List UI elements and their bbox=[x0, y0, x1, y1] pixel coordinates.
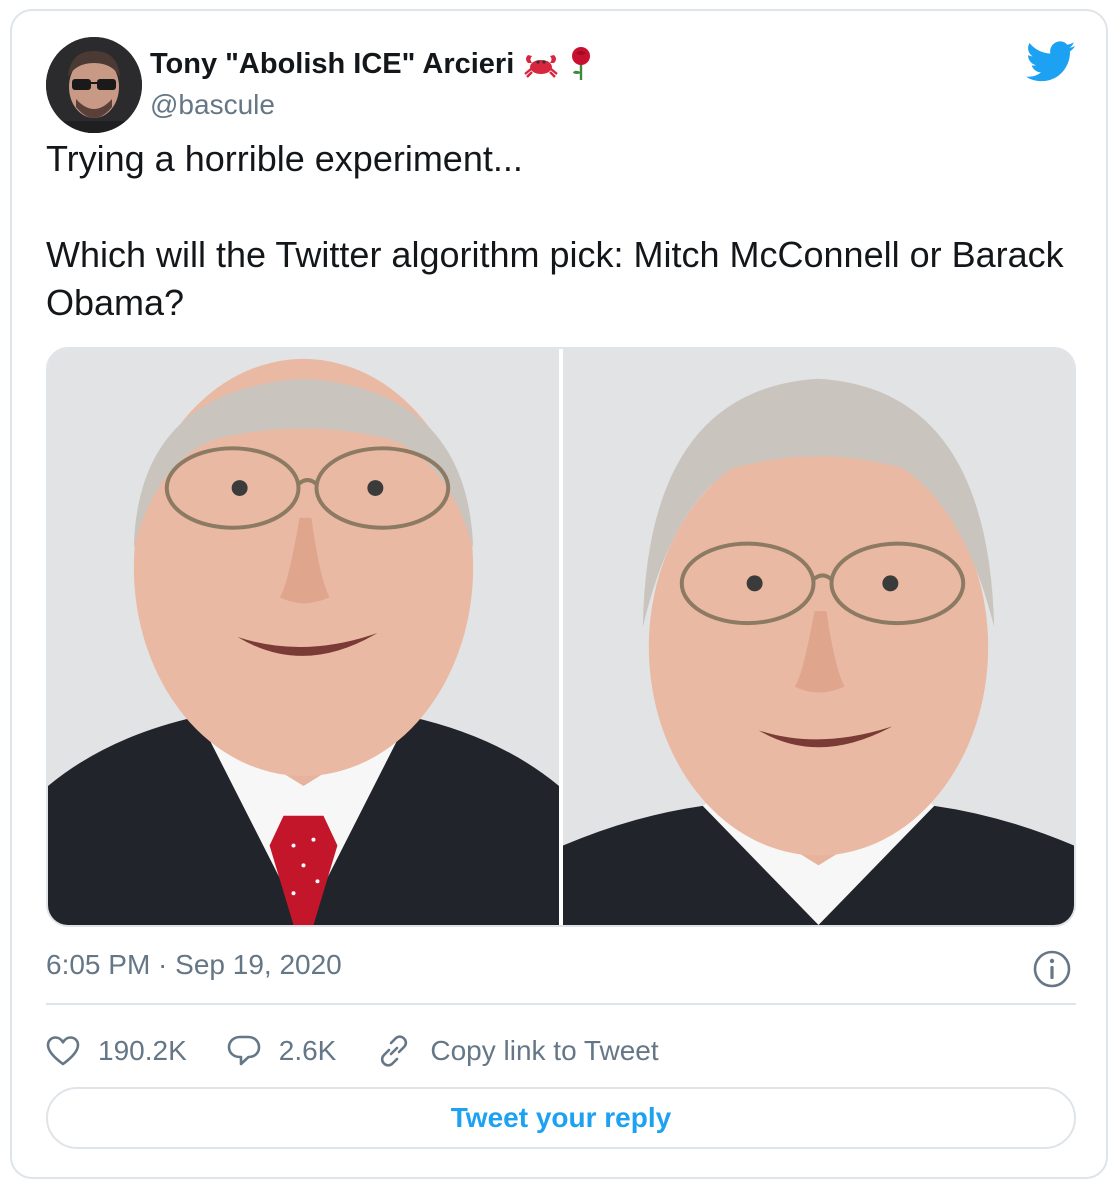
author-handle[interactable]: @bascule bbox=[150, 89, 275, 121]
like-button[interactable]: 190.2K bbox=[46, 1035, 187, 1067]
rose-emoji-icon bbox=[568, 47, 594, 81]
link-icon bbox=[381, 1035, 408, 1067]
twitter-bird-icon[interactable] bbox=[1026, 41, 1076, 83]
tweet-text-line: Which will the Twitter algorithm pick: M… bbox=[46, 234, 1064, 323]
speech-bubble-icon bbox=[227, 1035, 261, 1066]
author-display-name[interactable]: Tony "Abolish ICE" Arcieri bbox=[150, 47, 594, 81]
reply-count-button[interactable]: 2.6K bbox=[227, 1034, 337, 1068]
tweet-media bbox=[46, 347, 1076, 927]
reply-count: 2.6K bbox=[278, 1035, 337, 1066]
tweet-actions: 190.2K 2.6K Copy link to Tweet bbox=[46, 1029, 699, 1073]
tweet-timestamp[interactable]: 6:05 PM · Sep 19, 2020 bbox=[46, 949, 342, 981]
portrait-photo[interactable] bbox=[48, 349, 559, 925]
tweet-your-reply-button[interactable]: Tweet your reply bbox=[46, 1087, 1076, 1149]
divider bbox=[46, 1003, 1076, 1005]
copy-link-label: Copy link to Tweet bbox=[430, 1035, 659, 1066]
tweet-text: Trying a horrible experiment... Which wi… bbox=[46, 135, 1076, 327]
info-icon[interactable] bbox=[1032, 949, 1072, 989]
tweet-card: Tony "Abolish ICE" Arcieri @bascule Tryi… bbox=[10, 9, 1108, 1179]
crab-emoji-icon bbox=[522, 49, 560, 79]
author-name-text: Tony "Abolish ICE" Arcieri bbox=[150, 47, 515, 80]
copy-link-button[interactable]: Copy link to Tweet bbox=[376, 1033, 659, 1069]
avatar[interactable] bbox=[46, 37, 142, 133]
heart-icon bbox=[46, 1036, 80, 1066]
portrait-photo[interactable] bbox=[563, 349, 1074, 925]
tweet-text-line: Trying a horrible experiment... bbox=[46, 138, 523, 179]
like-count: 190.2K bbox=[98, 1035, 187, 1066]
